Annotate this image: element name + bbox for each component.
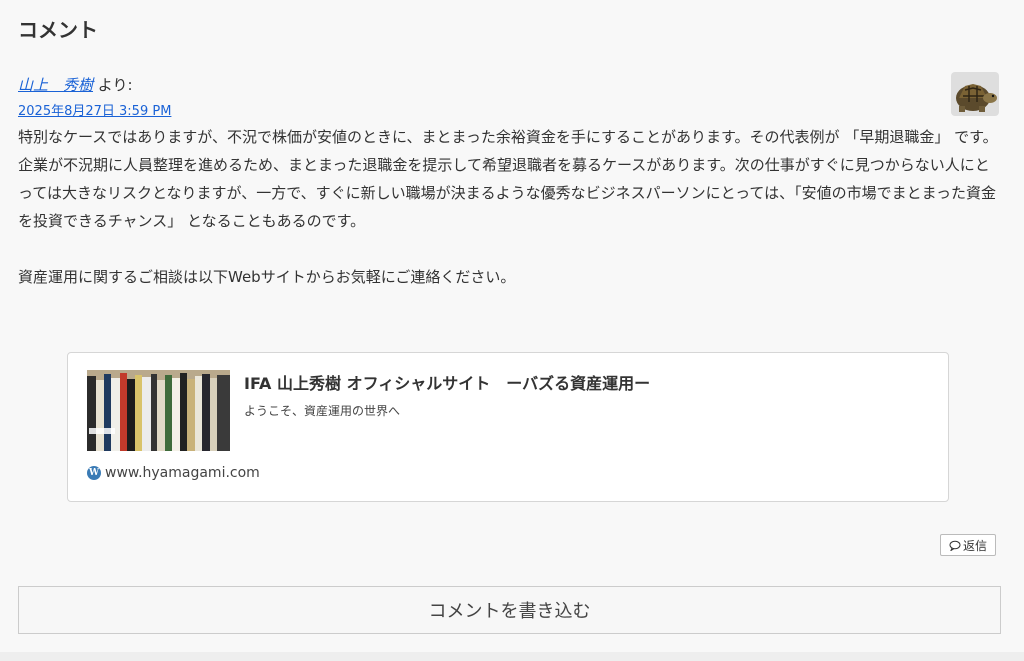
speech-bubble-icon [949, 540, 961, 551]
comment-paragraph: 企業が不況期に人員整理を進めるため、まとまった退職金を提示して希望退職者を募るケ… [18, 156, 997, 230]
comment-paragraph: 特別なケースではありますが、不況で株価が安値のときに、まとまった余裕資金を手にす… [18, 128, 998, 146]
bookshelf-thumbnail-image [87, 370, 230, 451]
reply-button[interactable]: 返信 [940, 534, 996, 556]
section-title: コメント [18, 18, 98, 42]
page-footer-divider [0, 652, 1024, 661]
comment-author-line: 山上 秀樹 より: [18, 74, 133, 95]
comment-date-link[interactable]: 2025年8月27日 3:59 PM [18, 100, 171, 119]
blog-card-title[interactable]: IFA 山上秀樹 オフィシャルサイト ーバズる資産運用ー [244, 370, 650, 394]
comment-author-link[interactable]: 山上 秀樹 [18, 76, 93, 94]
tortoise-avatar-icon [951, 72, 999, 116]
comment-paragraph: 資産運用に関するご相談は以下Webサイトからお気軽にご連絡ください。 [18, 268, 516, 286]
avatar [951, 72, 999, 116]
reply-label: 返信 [962, 538, 987, 553]
author-suffix: より: [93, 76, 133, 94]
comment-body: 特別なケースではありますが、不況で株価が安値のときに、まとまった余裕資金を手にす… [18, 123, 998, 291]
blog-card-thumbnail [87, 370, 230, 451]
wordpress-icon: W [87, 466, 101, 480]
blog-card-description: ようこそ、資産運用の世界へ [244, 404, 401, 418]
blog-card-site: W www.hyamagami.com [87, 465, 260, 481]
blog-card[interactable]: IFA 山上秀樹 オフィシャルサイト ーバズる資産運用ー ようこそ、資産運用の世… [67, 352, 949, 502]
write-comment-button[interactable]: コメントを書き込む [18, 586, 1001, 634]
blog-card-site-url: www.hyamagami.com [105, 465, 260, 481]
